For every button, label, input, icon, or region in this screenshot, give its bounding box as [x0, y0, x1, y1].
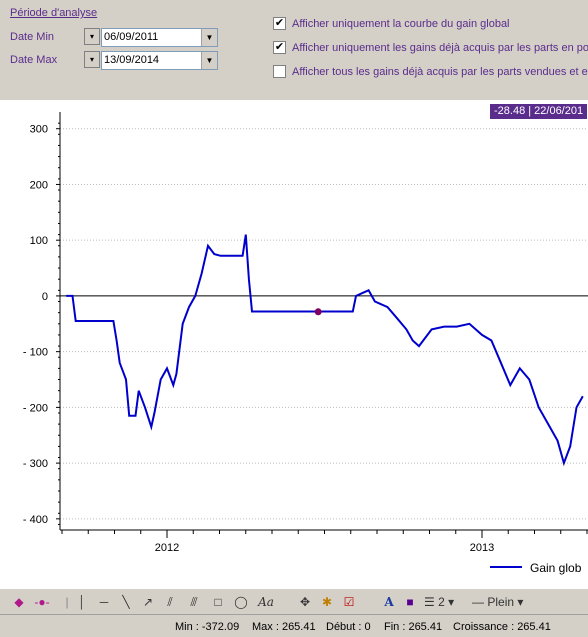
- fill-color-icon[interactable]: ■: [402, 593, 418, 611]
- y-tick-label: - 300: [23, 458, 48, 470]
- date-min-field[interactable]: 06/09/2011 ▼: [101, 28, 218, 47]
- series-line-gain: [66, 234, 584, 467]
- date-min-dropdown-icon[interactable]: ▼: [201, 29, 217, 46]
- status-croissance: Croissance : 265.41: [453, 621, 551, 633]
- status-debut: Début : 0: [326, 621, 371, 633]
- font-color-icon[interactable]: A: [380, 593, 398, 611]
- status-fin: Fin : 265.41: [384, 621, 443, 633]
- cursor-marker: [314, 308, 322, 316]
- status-min: Min : -372.09: [175, 621, 240, 633]
- y-tick-label: - 100: [23, 347, 48, 359]
- line-style-select[interactable]: — Plein ▾: [472, 593, 528, 611]
- point-marker-icon[interactable]: ◆: [10, 593, 28, 611]
- option-1-label: Afficher uniquement la courbe du gain gl…: [292, 18, 510, 30]
- date-max-value: 13/09/2014: [104, 54, 160, 66]
- option-1-checkbox[interactable]: ✔: [273, 17, 286, 30]
- gain-chart[interactable]: 300 200 100 0 - 100 - 200 - 300 - 400 2012 2013 Ga…: [0, 100, 588, 588]
- move-icon[interactable]: ✥: [296, 593, 314, 611]
- parallel-lines-icon[interactable]: ⫽: [162, 593, 178, 611]
- line-width-value: 2: [438, 595, 445, 609]
- y-tick-label: 200: [30, 179, 48, 191]
- date-max-label: Date Max: [10, 54, 58, 66]
- arrow-icon[interactable]: ↗: [140, 593, 156, 611]
- status-max: Max : 265.41: [252, 621, 316, 633]
- date-max-spin-button[interactable]: ▾: [84, 51, 100, 68]
- toolbar-separator: |: [65, 595, 69, 609]
- palette-icon[interactable]: ✱: [318, 593, 336, 611]
- y-tick-label: 0: [42, 291, 48, 303]
- option-3-label: Afficher tous les gains déjà acquis par …: [292, 66, 588, 78]
- date-min-spin-button[interactable]: ▾: [84, 28, 100, 45]
- line-style-value: Plein: [487, 595, 515, 609]
- date-max-dropdown-icon[interactable]: ▼: [201, 52, 217, 69]
- channel-icon[interactable]: ⫻: [186, 593, 202, 611]
- cursor-readout: -28.48 | 22/06/201: [490, 104, 588, 119]
- y-tick-label: 300: [30, 124, 48, 136]
- text-tool-icon[interactable]: Aa: [256, 593, 276, 611]
- option-2-checkbox[interactable]: ✔: [273, 41, 286, 54]
- date-max-field[interactable]: 13/09/2014 ▼: [101, 51, 218, 70]
- x-tick-label: 2013: [470, 542, 494, 554]
- y-tick-label: - 200: [23, 402, 48, 414]
- option-3-checkbox[interactable]: [273, 65, 286, 78]
- x-tick-label: 2012: [155, 542, 179, 554]
- line-width-icon: ☰: [424, 595, 435, 609]
- date-min-label: Date Min: [10, 31, 55, 43]
- status-bar: Min : -372.09 Max : 265.41 Début : 0 Fin…: [0, 614, 588, 637]
- option-2-label: Afficher uniquement les gains déjà acqui…: [292, 42, 588, 54]
- legend-label: Gain glob: [530, 561, 582, 575]
- y-tick-label: - 400: [23, 514, 48, 526]
- horizontal-line-icon[interactable]: ─: [96, 593, 112, 611]
- drawing-toolbar: ◆ -●- | │ ─ ╲ ↗ ⫽ ⫻ □ ◯ Aa ✥ ✱ ☑ A ■ ☰ 2…: [0, 588, 588, 615]
- check-list-icon[interactable]: ☑: [340, 593, 358, 611]
- period-title-link[interactable]: Période d'analyse: [10, 7, 97, 19]
- chart-area[interactable]: 300 200 100 0 - 100 - 200 - 300 - 400 2012 2013 Ga…: [0, 100, 588, 588]
- point-marker-line-icon[interactable]: -●-: [32, 593, 52, 611]
- date-min-value: 06/09/2011: [104, 31, 159, 43]
- ellipse-icon[interactable]: ◯: [232, 593, 250, 611]
- vertical-line-icon[interactable]: │: [74, 593, 90, 611]
- rectangle-icon[interactable]: □: [210, 593, 226, 611]
- y-tick-label: 100: [30, 235, 48, 247]
- diagonal-line-icon[interactable]: ╲: [118, 593, 134, 611]
- line-width-select[interactable]: ☰ 2 ▾: [424, 593, 458, 611]
